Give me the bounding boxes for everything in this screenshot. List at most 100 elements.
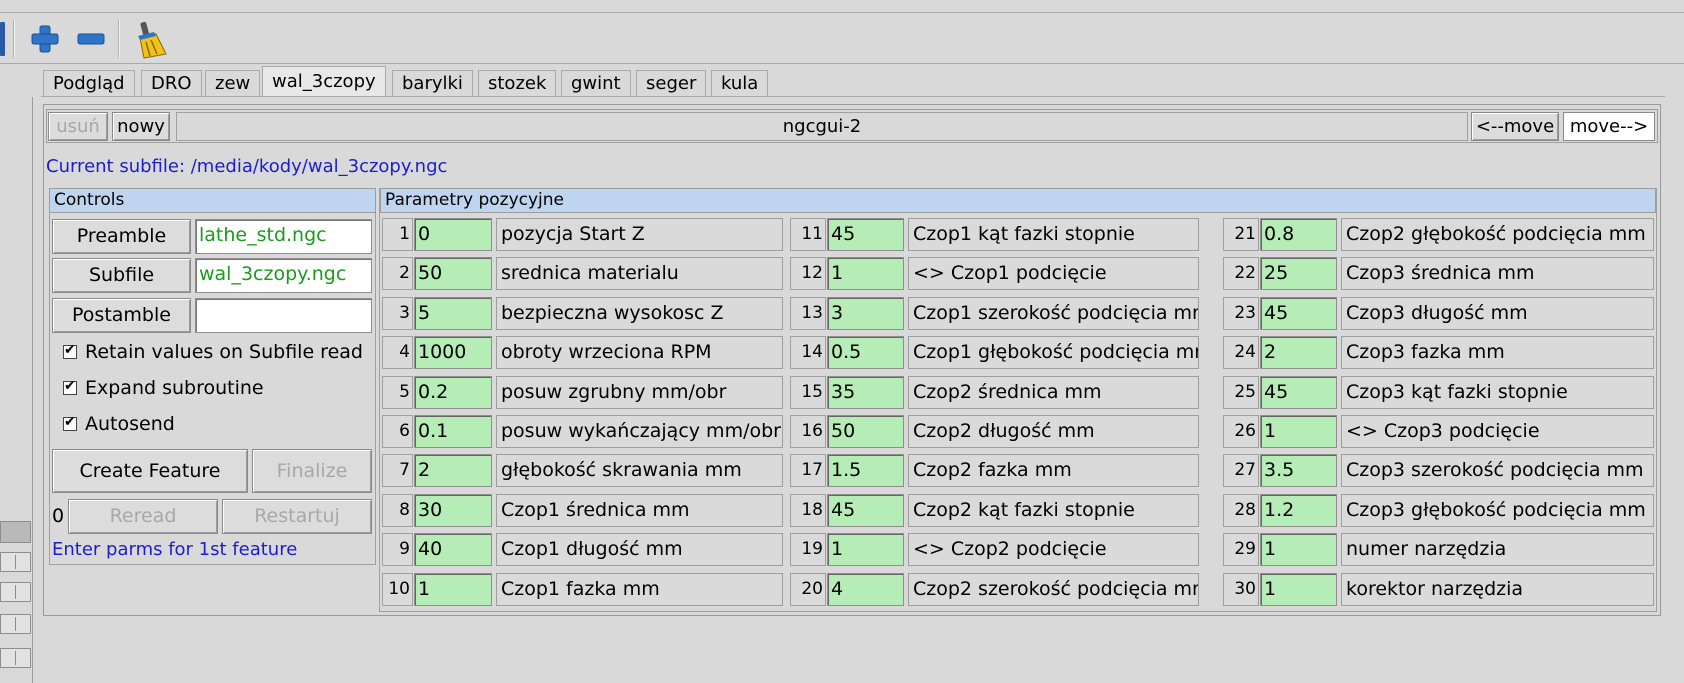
param-number: 23 [1223,297,1259,330]
param-value-input[interactable]: 2 [414,454,492,487]
param-value-input[interactable]: 1 [1260,573,1337,606]
param-value-input[interactable]: 0 [414,218,492,251]
toolbar-separator [13,20,15,58]
param-value-input[interactable]: 1000 [414,336,492,369]
restart-button[interactable]: Restartuj [222,499,372,534]
new-page-button[interactable]: nowy [112,112,170,141]
param-value-input[interactable]: 0.5 [827,336,904,369]
param-value-input[interactable]: 45 [1260,297,1337,330]
param-number: 12 [790,257,826,290]
param-label: Czop1 średnica mm [496,494,783,527]
tab-seger[interactable]: seger [636,70,707,96]
param-number: 3 [382,297,413,330]
broom-icon[interactable] [134,20,172,60]
status-message: Enter parms for 1st feature [52,539,298,560]
subfile-button[interactable]: Subfile [52,258,191,293]
param-value-input[interactable]: 0.2 [414,376,492,409]
param-label: Czop3 głębokość podcięcia mm [1341,494,1654,527]
param-value-input[interactable]: 5 [414,297,492,330]
param-number: 1 [382,218,413,251]
left-panel-button[interactable] [0,614,31,634]
param-label: Czop3 długość mm [1341,297,1654,330]
param-label: obroty wrzeciona RPM [496,336,783,369]
expand-subroutine-checkbox[interactable]: Expand subroutine [63,377,264,399]
param-label: Czop1 głębokość podcięcia mm [908,336,1199,369]
tab-barylki[interactable]: barylki [392,70,473,96]
left-panel-button[interactable] [0,582,31,602]
toolbar-separator [118,20,120,58]
tab-gwint[interactable]: gwint [561,70,631,96]
toolbar-edge [0,22,5,56]
param-label: Czop1 fazka mm [496,573,783,606]
param-label: Czop2 średnica mm [908,376,1199,409]
param-value-input[interactable]: 35 [827,376,904,409]
param-value-input[interactable]: 1 [414,573,492,606]
preamble-field[interactable]: lathe_std.ngc [195,219,372,254]
param-value-input[interactable]: 45 [827,494,904,527]
postamble-button[interactable]: Postamble [52,298,191,333]
tab-podglad[interactable]: Podgląd [43,70,135,96]
param-value-input[interactable]: 1 [827,533,904,566]
param-value-input[interactable]: 1 [1260,533,1337,566]
autosend-label: Autosend [85,413,175,435]
delete-page-button[interactable]: usuń [48,112,108,141]
param-number: 13 [790,297,826,330]
param-value-input[interactable]: 45 [1260,376,1337,409]
minus-icon[interactable] [77,30,105,46]
param-value-input[interactable]: 0.1 [414,415,492,448]
autosend-checkbox[interactable]: Autosend [63,413,175,435]
param-label: Czop2 głębokość podcięcia mm [1341,218,1654,251]
tab-stozek[interactable]: stozek [478,70,557,96]
param-value-input[interactable]: 4 [827,573,904,606]
param-value-input[interactable]: 2 [1260,336,1337,369]
move-right-button[interactable]: move--> [1563,112,1655,141]
param-value-input[interactable]: 25 [1260,257,1337,290]
param-number: 14 [790,336,826,369]
param-label: Czop3 fazka mm [1341,336,1654,369]
reread-button[interactable]: Reread [68,499,218,534]
move-left-button[interactable]: <--move [1471,112,1559,141]
param-value-input[interactable]: 30 [414,494,492,527]
tab-dro[interactable]: DRO [141,70,202,96]
param-value-input[interactable]: 50 [414,257,492,290]
checkbox-checked-icon [63,342,77,359]
param-value-input[interactable]: 1.2 [1260,494,1337,527]
param-label: bezpieczna wysokosc Z [496,297,783,330]
params-grid: 1 0 pozycja Start Z 2 50 srednica materialu 3 5… [380,218,1656,610]
left-panel-button[interactable] [0,648,31,668]
create-feature-button[interactable]: Create Feature [52,449,248,493]
param-number: 30 [1223,573,1259,606]
postamble-field[interactable] [195,298,372,333]
retain-values-checkbox[interactable]: Retain values on Subfile read [63,341,363,363]
param-number: 15 [790,376,826,409]
param-value-input[interactable]: 1 [1260,415,1337,448]
preamble-button[interactable]: Preamble [52,219,191,254]
param-value-input[interactable]: 3 [827,297,904,330]
param-label: Czop1 kąt fazki stopnie [908,218,1199,251]
left-panel-button[interactable] [0,552,31,572]
param-label: Czop3 kąt fazki stopnie [1341,376,1654,409]
tab-zew[interactable]: zew [205,70,261,96]
controls-header: Controls [49,188,376,213]
param-number: 20 [790,573,826,606]
finalize-button[interactable]: Finalize [252,449,372,493]
param-number: 10 [382,573,413,606]
param-label: Czop3 szerokość podcięcia mm [1341,454,1654,487]
param-number: 19 [790,533,826,566]
param-value-input[interactable]: 50 [827,415,904,448]
tab-wal-3czopy[interactable]: wal_3czopy [262,66,386,97]
param-value-input[interactable]: 0.8 [1260,218,1337,251]
param-value-input[interactable]: 40 [414,533,492,566]
param-value-input[interactable]: 1 [827,257,904,290]
plus-icon[interactable] [30,24,60,54]
param-label: Czop2 szerokość podcięcia mm [908,573,1199,606]
tab-kula[interactable]: kula [711,70,769,96]
param-value-input[interactable]: 1.5 [827,454,904,487]
subfile-field[interactable]: wal_3czopy.ngc [195,258,372,293]
param-label: Czop1 długość mm [496,533,783,566]
param-value-input[interactable]: 3.5 [1260,454,1337,487]
param-value-input[interactable]: 45 [827,218,904,251]
param-label: Czop2 fazka mm [908,454,1199,487]
param-number: 11 [790,218,826,251]
retain-values-label: Retain values on Subfile read [85,341,363,363]
